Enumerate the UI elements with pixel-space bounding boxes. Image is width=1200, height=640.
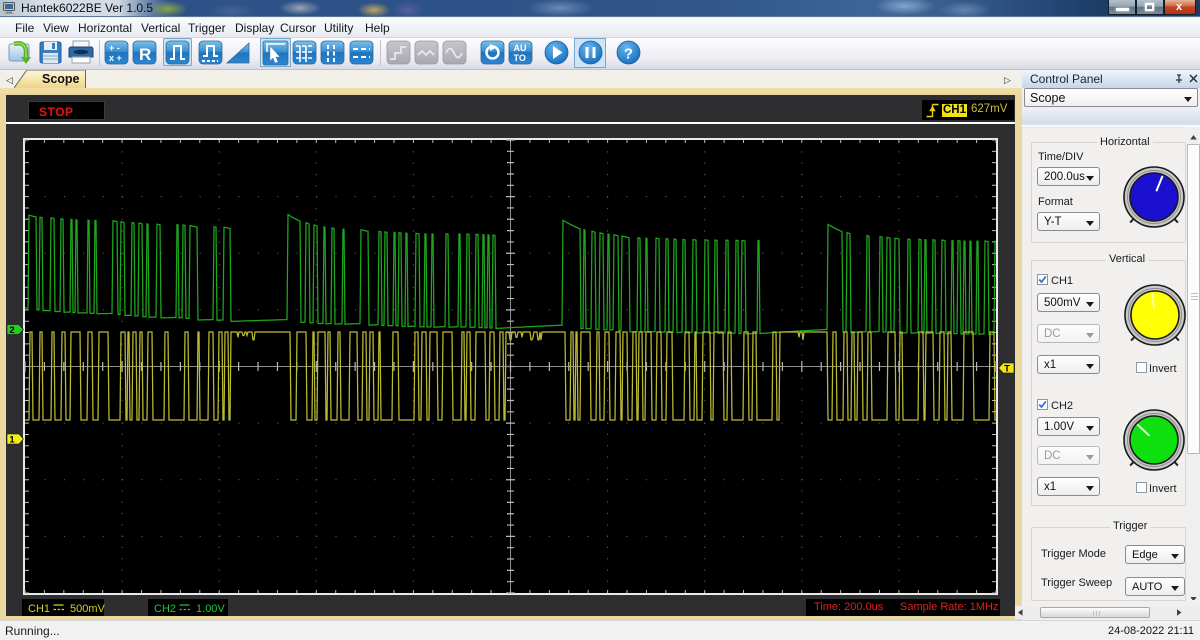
svg-text:1: 1	[9, 435, 15, 446]
svg-text:2: 2	[9, 325, 14, 336]
svg-text:x +: x +	[109, 53, 122, 63]
svg-text:AU: AU	[514, 43, 527, 53]
svg-text:+ -: + -	[109, 43, 120, 53]
svg-text:T: T	[1004, 364, 1010, 375]
svg-text:R: R	[139, 45, 151, 64]
svg-text:TO: TO	[514, 53, 526, 63]
svg-text:?: ?	[624, 46, 633, 63]
